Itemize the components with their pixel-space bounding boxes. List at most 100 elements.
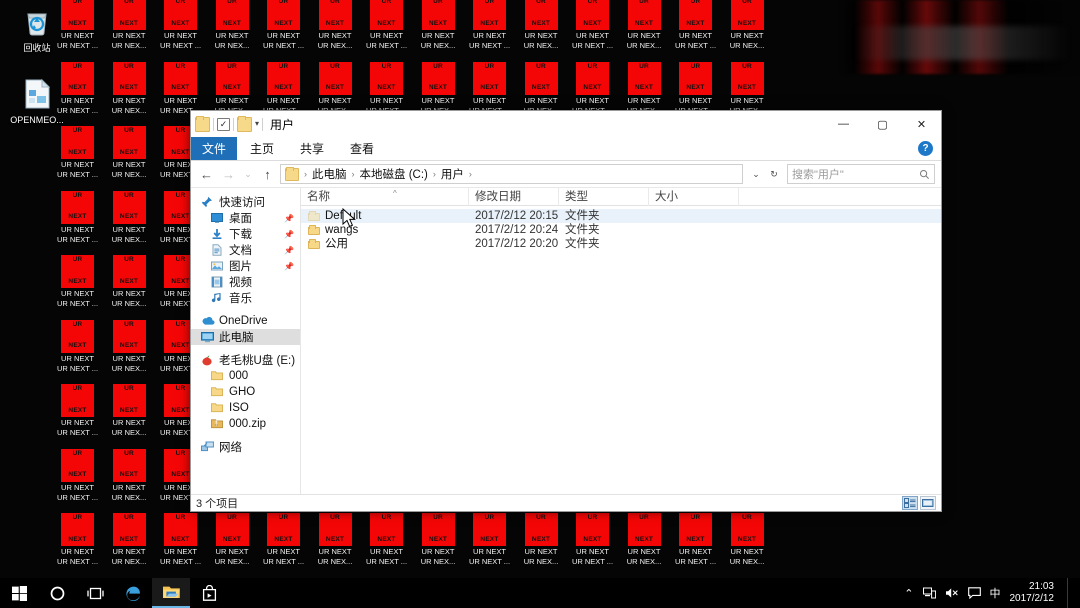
tab-file[interactable]: 文件 (191, 137, 238, 160)
sidebar-item-[interactable]: 桌面 📌 (191, 210, 300, 226)
desktop[interactable]: UR NEXT UR NEXT UR NEXT ... UR NEXT UR NEXT UR … (0, 0, 1080, 578)
desktop-icon-ransom-note[interactable]: URNEXTUR NEXTUR NEX... (722, 512, 774, 577)
desktop-icon-ransom-note[interactable]: URNEXTUR NEXTUR NEX... (619, 512, 671, 577)
pin-icon[interactable]: 📌 (284, 246, 294, 255)
desktop-icon-ransom-note[interactable]: URNEXTUR NEXTUR NEXT ... (52, 190, 104, 255)
network-icon[interactable] (922, 587, 936, 599)
desktop-icon-ransom-note[interactable]: URNEXTUR NEXTUR NEXT ... (52, 448, 104, 513)
desktop-icon-ransom-note[interactable]: URNEXTUR NEXTUR NEX... (722, 0, 774, 61)
sidebar-item-000-zip[interactable]: 000.zip (191, 416, 300, 432)
desktop-icon-ransom-note[interactable]: URNEXTUR NEXTUR NEX... (104, 319, 156, 384)
cortana-button[interactable] (38, 578, 76, 608)
desktop-icon-ransom-note[interactable]: URNEXTUR NEXTUR NEXT ... (670, 512, 722, 577)
breadcrumb-users[interactable]: 用户 (439, 166, 466, 182)
ribbon-tab-strip[interactable]: 文件 主页 共享 查看 ? (191, 137, 941, 161)
show-desktop-button[interactable] (1067, 578, 1072, 608)
refresh-icon[interactable]: ↻ (767, 165, 781, 184)
desktop-icon-ransom-note[interactable]: URNEXTUR NEXTUR NEXT ... (258, 0, 310, 61)
column-header-row[interactable]: ^ 名称 修改日期 类型 大小 (301, 188, 941, 206)
store-button[interactable] (190, 578, 228, 608)
desktop-icon-ransom-note[interactable]: URNEXTUR NEXTUR NEX... (516, 0, 568, 61)
desktop-icon-ransom-note[interactable]: URNEXTUR NEXTUR NEXT ... (670, 0, 722, 61)
desktop-icon-ransom-note[interactable]: URNEXTUR NEXTUR NEX... (619, 0, 671, 61)
desktop-icon-ransom-note[interactable]: URNEXTUR NEXTUR NEX... (104, 0, 156, 61)
desktop-icon-ransom-note[interactable]: URNEXTUR NEXTUR NEXT ... (155, 512, 207, 577)
up-button[interactable]: ↑ (258, 165, 277, 184)
desktop-icon-ransom-note[interactable]: URNEXTUR NEXTUR NEX... (104, 61, 156, 126)
desktop-icon-ransom-note[interactable]: URNEXTUR NEXTUR NEXT ... (52, 125, 104, 190)
desktop-icon-ransom-note[interactable]: URNEXTUR NEXTUR NEX... (104, 125, 156, 190)
sidebar-item-u-e[interactable]: 老毛桃U盘 (E:) (191, 352, 300, 368)
quick-access-toolbar[interactable]: ✓ ▾ (195, 115, 264, 132)
desktop-icon-ransom-note[interactable]: URNEXTUR NEXTUR NEXT ... (464, 512, 516, 577)
file-list-pane[interactable]: ^ 名称 修改日期 类型 大小 Default 2017/2/12 20:15 文件夹 wa… (301, 188, 941, 494)
desktop-icon-ransom-note[interactable]: URNEXTUR NEXTUR NEXT ... (52, 383, 104, 448)
ime-indicator[interactable]: 中 (990, 585, 1001, 601)
sidebar-item-[interactable]: 下载 📌 (191, 226, 300, 242)
sidebar-item-[interactable]: 音乐 (191, 290, 300, 306)
action-center-icon[interactable] (967, 587, 981, 599)
sidebar-item-gho[interactable]: GHO (191, 384, 300, 400)
clock[interactable]: 21:03 2017/2/12 (1010, 581, 1059, 605)
address-bar[interactable]: › 此电脑 › 本地磁盘 (C:) › 用户 › (280, 164, 743, 184)
desktop-icon-ransom-note[interactable]: URNEXTUR NEXTUR NEXT ... (567, 512, 619, 577)
tab-share[interactable]: 共享 (287, 137, 337, 160)
sidebar-item-[interactable]: 文档 📌 (191, 242, 300, 258)
minimize-button[interactable]: — (824, 111, 863, 137)
file-rows[interactable]: Default 2017/2/12 20:15 文件夹 wangs 2017/2/12 … (301, 206, 941, 251)
file-name-cell[interactable]: wangs (301, 223, 469, 237)
sidebar-item-iso[interactable]: ISO (191, 400, 300, 416)
sidebar-item-[interactable]: 快速访问 (191, 194, 300, 210)
column-header-size[interactable]: 大小 (649, 188, 739, 206)
task-view-button[interactable] (76, 578, 114, 608)
navigation-pane[interactable]: 快速访问 桌面 📌 下载 📌 文档 📌 图片 📌 视频 音乐 OneDrive 此电脑 老毛桃U盘 (E:… (191, 188, 301, 494)
sidebar-item-[interactable]: 网络 (191, 439, 300, 455)
pin-icon[interactable]: 📌 (284, 230, 294, 239)
desktop-icon-ransom-note[interactable]: URNEXTUR NEXTUR NEX... (207, 512, 259, 577)
details-view-icon[interactable] (902, 496, 918, 510)
sidebar-item-[interactable]: 图片 📌 (191, 258, 300, 274)
desktop-icon-ransom-note[interactable]: URNEXTUR NEXTUR NEXT ... (361, 0, 413, 61)
sidebar-item-[interactable]: 此电脑 (191, 329, 300, 345)
desktop-icon-ransom-note[interactable]: URNEXTUR NEXTUR NEX... (104, 448, 156, 513)
system-tray[interactable]: ⌃ 中 21:03 2017/2/12 (904, 578, 1080, 608)
desktop-icon-ransom-note[interactable]: URNEXTUR NEXTUR NEXT ... (567, 0, 619, 61)
address-bar-row[interactable]: ← → ⌄ ↑ › 此电脑 › 本地磁盘 (C:) › 用户 › ⌄ ↻ 搜索"… (191, 161, 941, 187)
maximize-button[interactable]: ▢ (863, 111, 902, 137)
search-box[interactable]: 搜索"用户" (787, 164, 935, 184)
file-explorer-window[interactable]: ✓ ▾ 用户 — ▢ ✕ 文件 主页 共享 查看 ? ← → ⌄ ↑ › 此电脑… (190, 110, 942, 512)
desktop-icon-ransom-note[interactable]: URNEXTUR NEXTUR NEX... (413, 0, 465, 61)
address-history-caret-icon[interactable]: ⌄ (749, 165, 763, 184)
recent-locations-button[interactable]: ⌄ (241, 165, 255, 184)
help-icon[interactable]: ? (918, 141, 933, 156)
desktop-icon-ransom-note[interactable]: URNEXTUR NEXTUR NEX... (104, 254, 156, 319)
tab-home[interactable]: 主页 (237, 137, 287, 160)
view-toggle-group[interactable] (902, 496, 936, 510)
tab-view[interactable]: 查看 (337, 137, 387, 160)
show-hidden-icons-chevron-icon[interactable]: ⌃ (904, 587, 913, 600)
desktop-icon-ransom-note[interactable]: URNEXTUR NEXTUR NEX... (516, 512, 568, 577)
desktop-icon-recycle-bin[interactable]: 回收站 (2, 6, 72, 54)
close-button[interactable]: ✕ (902, 111, 941, 137)
column-header-name[interactable]: 名称 (301, 188, 469, 206)
large-icons-view-icon[interactable] (920, 496, 936, 510)
desktop-icon-ransom-note[interactable]: URNEXTUR NEXTUR NEXT ... (155, 0, 207, 61)
edge-button[interactable] (114, 578, 152, 608)
table-row[interactable]: Default 2017/2/12 20:15 文件夹 (301, 209, 941, 223)
file-explorer-button[interactable] (152, 578, 190, 608)
table-row[interactable]: 公用 2017/2/12 20:20 文件夹 (301, 237, 941, 251)
file-name-cell[interactable]: Default (301, 209, 469, 223)
column-header-type[interactable]: 类型 (559, 188, 649, 206)
desktop-icon-ransom-note[interactable]: URNEXTUR NEXTUR NEXT ... (361, 512, 413, 577)
volume-muted-icon[interactable] (945, 587, 959, 599)
desktop-icon-ransom-note[interactable]: URNEXTUR NEXTUR NEXT ... (52, 254, 104, 319)
desktop-icon-ransom-note[interactable]: URNEXTUR NEXTUR NEX... (207, 0, 259, 61)
desktop-icon-ransom-note[interactable]: URNEXTUR NEXTUR NEX... (104, 383, 156, 448)
desktop-icon-ransom-note[interactable]: URNEXTUR NEXTUR NEX... (413, 512, 465, 577)
new-folder-icon[interactable] (237, 115, 252, 132)
file-name-cell[interactable]: 公用 (301, 237, 469, 251)
table-row[interactable]: wangs 2017/2/12 20:24 文件夹 (301, 223, 941, 237)
pin-icon[interactable]: 📌 (284, 214, 294, 223)
pin-icon[interactable]: 📌 (284, 262, 294, 271)
taskbar[interactable]: ⌃ 中 21:03 2017/2/12 (0, 578, 1080, 608)
